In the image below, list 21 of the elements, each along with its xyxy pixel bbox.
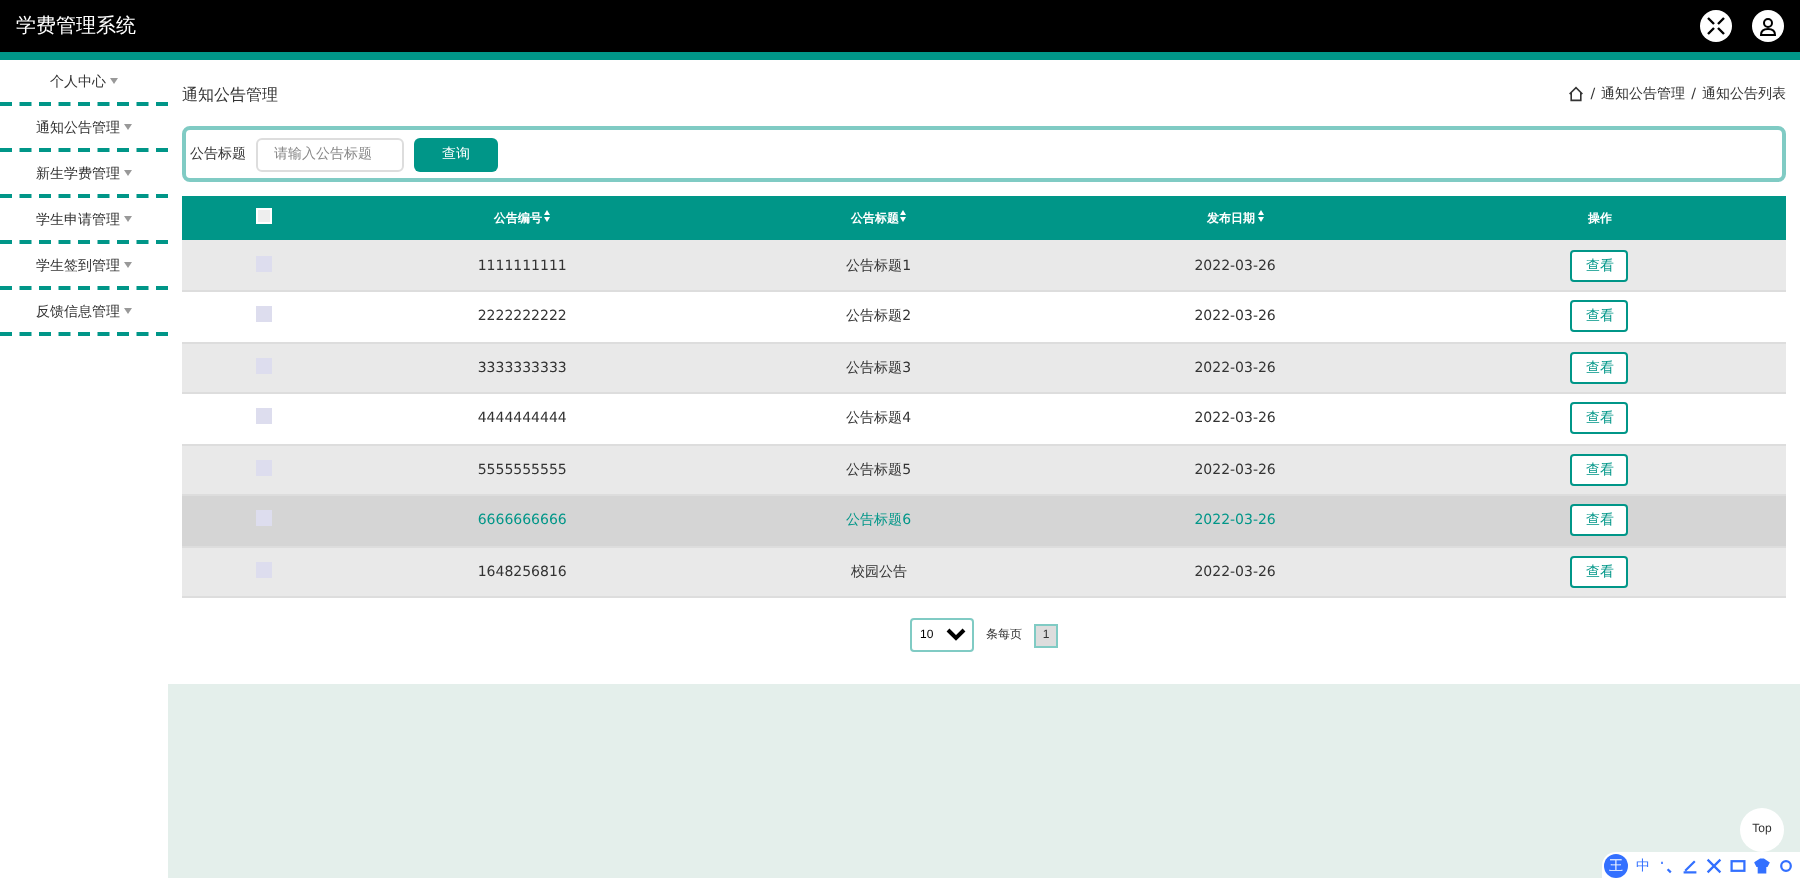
home-icon[interactable] [1568, 86, 1585, 102]
select-all-checkbox[interactable] [255, 208, 271, 224]
caret-icon [124, 308, 132, 314]
page-title: 通知公告管理 [182, 83, 278, 105]
row-checkbox[interactable] [255, 510, 271, 527]
caret-icon [124, 170, 132, 176]
pen-icon [1682, 857, 1698, 873]
shirt-icon [1754, 857, 1770, 873]
caret-icon [124, 124, 132, 130]
user-icon[interactable] [1752, 10, 1784, 42]
sort-icon[interactable] [544, 209, 551, 221]
row-checkbox[interactable] [255, 408, 271, 425]
row-checkbox[interactable] [255, 306, 271, 323]
app-title: 学费管理系统 [16, 13, 136, 40]
fullscreen-icon[interactable] [1700, 10, 1732, 42]
sort-icon[interactable] [900, 209, 907, 221]
caret-icon [110, 78, 118, 84]
sort-icon[interactable] [1257, 209, 1264, 221]
caret-icon [124, 262, 132, 268]
punctuation-icon [1658, 857, 1674, 873]
caret-icon [124, 216, 132, 222]
